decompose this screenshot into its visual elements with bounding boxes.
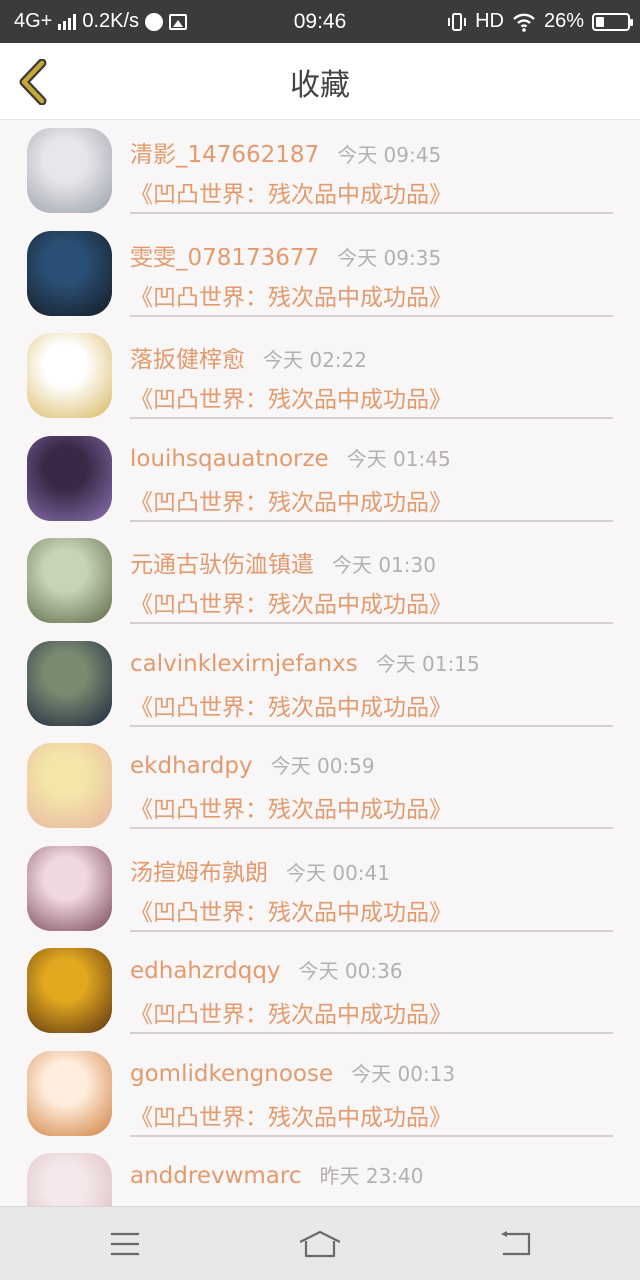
item-text: 落扳健榟愈 今天 02:22 《凹凸世界：残次品中成功品》 — [130, 326, 613, 419]
username[interactable]: gomlidkengnoose — [130, 1061, 333, 1087]
avatar[interactable] — [27, 435, 112, 521]
item-text: gomlidkengnoose 今天 00:13 《凹凸世界：残次品中成功品》 — [130, 1044, 613, 1137]
header: 收藏 — [0, 43, 640, 120]
username[interactable]: louihsqauatnorze — [130, 446, 329, 472]
avatar[interactable] — [27, 948, 112, 1033]
chevron-left-icon — [19, 58, 47, 106]
name-row: anddrevwmarc 昨天 23:40 — [130, 1160, 424, 1194]
item-text: edhahzrdqqy 今天 00:36 《凹凸世界：残次品中成功品》 — [130, 941, 613, 1034]
article-title[interactable]: 《凹凸世界：残次品中成功品》 — [130, 278, 452, 312]
username[interactable]: 清影_147662187 — [130, 135, 319, 169]
avatar[interactable] — [27, 640, 112, 726]
item-text: anddrevwmarc昨天 23:40《凹凸世界：残次品中成功品》 — [130, 1146, 613, 1206]
avatar[interactable] — [27, 538, 112, 623]
name-row: louihsqauatnorze 今天 01:45 — [130, 443, 451, 477]
name-row: 清影_147662187 今天 09:45 — [130, 135, 441, 169]
item-text: 元通古驮伤洫镇遣 今天 01:30 《凹凸世界：残次品中成功品》 — [130, 531, 613, 624]
timestamp: 今天 01:30 — [332, 553, 436, 577]
timestamp: 今天 02:22 — [263, 348, 367, 372]
list-item[interactable]: 元通古驮伤洫镇遣 今天 01:30 《凹凸世界：残次品中成功品》 — [0, 531, 640, 634]
avatar[interactable] — [27, 1050, 112, 1136]
article-title[interactable]: 《凹凸世界：残次品中成功品》 — [130, 790, 452, 824]
list-item[interactable]: 落扳健榟愈 今天 02:22 《凹凸世界：残次品中成功品》 — [0, 326, 640, 429]
page-title: 收藏 — [290, 67, 350, 103]
timestamp: 今天 00:13 — [351, 1061, 456, 1086]
list-item[interactable]: louihsqauatnorze 今天 01:45 《凹凸世界：残次品中成功品》 — [0, 429, 640, 532]
name-row: gomlidkengnoose 今天 00:13 — [130, 1058, 455, 1092]
item-text: 汤揎姆布孰朗 今天 00:41 《凹凸世界：残次品中成功品》 — [130, 839, 613, 932]
back-button[interactable] — [14, 58, 54, 106]
timestamp: 今天 00:41 — [286, 860, 390, 885]
username[interactable]: 雯雯_078173677 — [130, 238, 319, 272]
menu-icon — [111, 1232, 139, 1256]
list-item[interactable]: calvinklexirnjefanxs 今天 01:15 《凹凸世界：残次品中成功… — [0, 634, 640, 737]
avatar[interactable] — [27, 230, 112, 316]
home-icon — [299, 1230, 341, 1258]
name-row: calvinklexirnjefanxs 今天 01:15 — [130, 648, 480, 682]
list-item[interactable]: gomlidkengnoose 今天 00:13 《凹凸世界：残次品中成功品》 — [0, 1044, 640, 1147]
timestamp: 今天 00:36 — [298, 959, 403, 983]
favorites-list[interactable]: 清影_147662187 今天 09:45 《凹凸世界：残次品中成功品》 雯雯_078… — [0, 121, 640, 1206]
item-text: louihsqauatnorze 今天 01:45 《凹凸世界：残次品中成功品》 — [130, 429, 613, 522]
timestamp: 今天 09:45 — [337, 143, 442, 167]
vibrate-icon — [448, 12, 467, 31]
wifi-icon — [513, 13, 535, 32]
home-button[interactable] — [290, 1219, 350, 1269]
name-row: 落扳健榟愈 今天 02:22 — [130, 340, 367, 374]
list-item[interactable]: anddrevwmarc昨天 23:40《凹凸世界：残次品中成功品》 — [0, 1146, 640, 1206]
article-title[interactable]: 《凹凸世界：残次品中成功品》 — [130, 688, 452, 722]
item-text: calvinklexirnjefanxs 今天 01:15 《凹凸世界：残次品中成功… — [130, 634, 613, 727]
article-title[interactable]: 《凹凸世界：残次品中成功品》 — [130, 483, 452, 517]
list-item[interactable]: ekdhardpy 今天 00:59 《凹凸世界：残次品中成功品》 — [0, 736, 640, 839]
username[interactable]: calvinklexirnjefanxs — [130, 651, 358, 677]
list-item[interactable]: 汤揎姆布孰朗 今天 00:41 《凹凸世界：残次品中成功品》 — [0, 839, 640, 942]
list-item[interactable]: 雯雯_078173677 今天 09:35 《凹凸世界：残次品中成功品》 — [0, 224, 640, 327]
name-row: 元通古驮伤洫镇遣 今天 01:30 — [130, 545, 436, 579]
item-text: ekdhardpy 今天 00:59 《凹凸世界：残次品中成功品》 — [130, 736, 613, 829]
article-title[interactable]: 《凹凸世界：残次品中成功品》 — [130, 380, 452, 414]
timestamp: 今天 09:35 — [337, 245, 442, 270]
bottom-nav — [0, 1206, 640, 1280]
name-row: 汤揎姆布孰朗 今天 00:41 — [130, 853, 390, 887]
avatar[interactable] — [27, 128, 112, 213]
article-title[interactable]: 《凹凸世界：残次品中成功品》 — [130, 585, 452, 619]
username[interactable]: 落扳健榟愈 — [130, 340, 245, 374]
timestamp: 今天 01:45 — [346, 446, 451, 471]
article-title[interactable]: 《凹凸世界：残次品中成功品》 — [130, 175, 452, 209]
item-text: 清影_147662187 今天 09:45 《凹凸世界：残次品中成功品》 — [130, 121, 613, 214]
item-text: 雯雯_078173677 今天 09:35 《凹凸世界：残次品中成功品》 — [130, 224, 613, 317]
battery-icon — [592, 12, 633, 31]
avatar[interactable] — [27, 743, 112, 828]
menu-button[interactable] — [95, 1219, 155, 1269]
name-row: ekdhardpy 今天 00:59 — [130, 750, 375, 784]
timestamp: 今天 01:15 — [375, 651, 480, 676]
name-row: 雯雯_078173677 今天 09:35 — [130, 238, 441, 272]
username[interactable]: anddrevwmarc — [130, 1163, 302, 1189]
hd-badge: HD — [475, 10, 504, 32]
list-item[interactable]: 清影_147662187 今天 09:45 《凹凸世界：残次品中成功品》 — [0, 121, 640, 224]
username[interactable]: 汤揎姆布孰朗 — [130, 853, 268, 887]
name-row: edhahzrdqqy 今天 00:36 — [130, 955, 403, 989]
system-back-button[interactable] — [485, 1219, 545, 1269]
article-title[interactable]: 《凹凸世界：残次品中成功品》 — [130, 893, 452, 927]
avatar[interactable] — [27, 845, 112, 931]
username[interactable]: 元通古驮伤洫镇遣 — [130, 545, 314, 579]
back-icon — [501, 1231, 531, 1256]
timestamp: 今天 00:59 — [270, 754, 375, 778]
username[interactable]: edhahzrdqqy — [130, 958, 281, 984]
list-item[interactable]: edhahzrdqqy 今天 00:36 《凹凸世界：残次品中成功品》 — [0, 941, 640, 1044]
username[interactable]: ekdhardpy — [130, 753, 253, 779]
avatar[interactable] — [27, 333, 112, 418]
article-title[interactable]: 《凹凸世界：残次品中成功品》 — [130, 1098, 452, 1132]
battery-level — [596, 16, 604, 27]
avatar[interactable] — [27, 1153, 112, 1206]
status-right: HD 26% — [447, 0, 633, 43]
timestamp: 昨天 23:40 — [319, 1164, 424, 1188]
status-bar: 4G+ 0.2K/s 09:46 HD 26% — [0, 0, 640, 43]
screen: 4G+ 0.2K/s 09:46 HD 26% 收藏 清影_147662187 … — [0, 0, 640, 1280]
battery-percent: 26% — [543, 10, 584, 32]
article-title[interactable]: 《凹凸世界：残次品中成功品》 — [130, 995, 452, 1029]
